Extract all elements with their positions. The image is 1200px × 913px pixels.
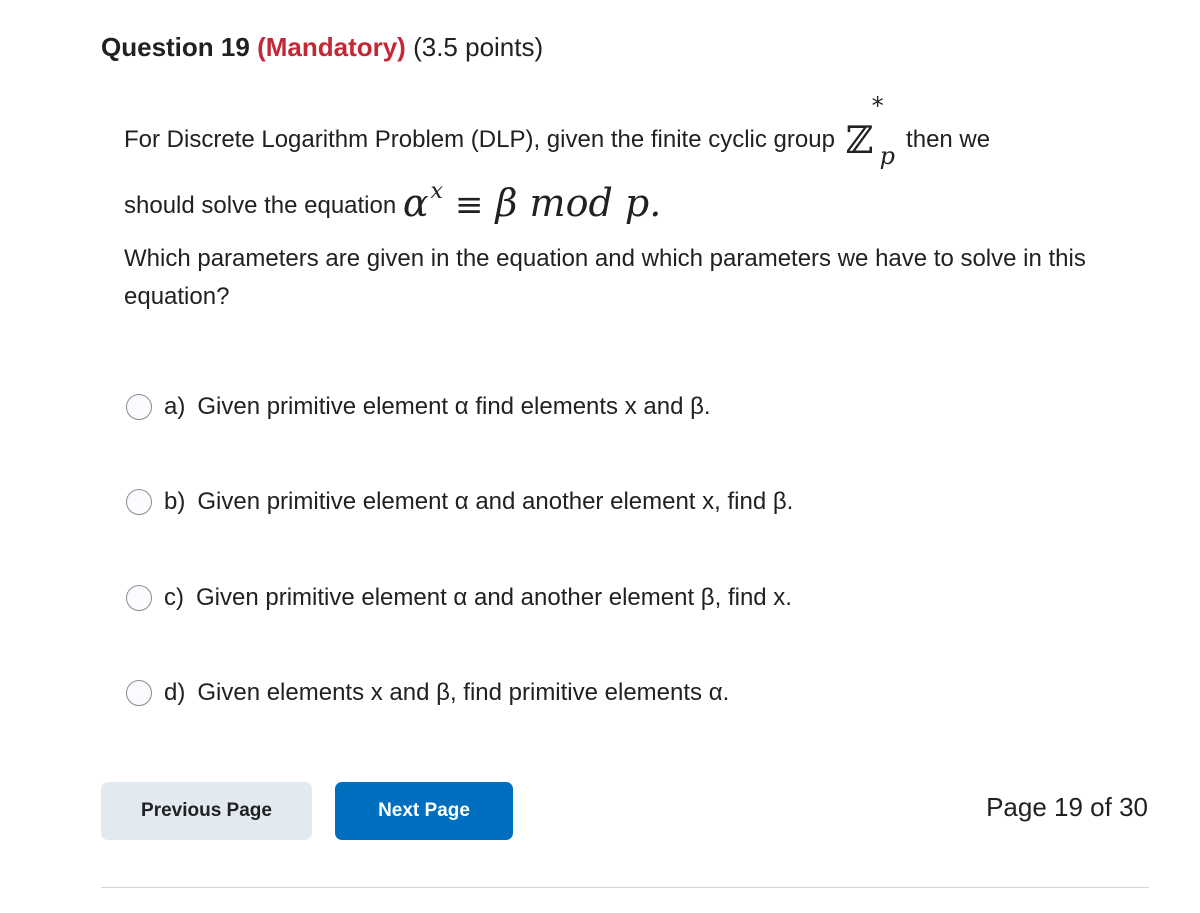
equation-exponent: x <box>430 179 443 204</box>
option-text: Given primitive element α find elements … <box>197 393 711 420</box>
next-page-button[interactable]: Next Page <box>335 782 513 840</box>
previous-page-button[interactable]: Previous Page <box>101 782 312 840</box>
option-letter: b) <box>164 488 186 515</box>
option-text: Given primitive element α and another el… <box>196 584 792 611</box>
dlp-equation: αx ≡ β mod p. <box>402 179 662 225</box>
equation-congruence: ≡ <box>454 185 484 225</box>
question-prompt: Which parameters are given in the equati… <box>124 245 1086 310</box>
mandatory-label: (Mandatory) <box>257 32 406 62</box>
option-letter: d) <box>164 679 186 706</box>
equation-mod: mod <box>529 181 613 225</box>
question-equation-lead: should solve the equation <box>124 192 397 219</box>
group-superscript: * <box>871 92 884 120</box>
question-intro-tail: then we <box>906 126 991 153</box>
equation-alpha: α <box>402 181 429 225</box>
question-header: Question 19 (Mandatory) (3.5 points) <box>101 28 543 66</box>
equation-p: p. <box>624 181 662 225</box>
answer-option-c[interactable]: c) Given primitive element α and another… <box>124 584 792 612</box>
answer-option-a[interactable]: a) Given primitive element α find elemen… <box>124 393 711 421</box>
equation-beta: β <box>495 181 518 225</box>
question-intro-line: For Discrete Logarithm Problem (DLP), gi… <box>124 92 991 170</box>
radio-button-d[interactable] <box>126 680 152 706</box>
radio-button-b[interactable] <box>126 489 152 515</box>
radio-button-c[interactable] <box>126 585 152 611</box>
cyclic-group-symbol: ℤ * p <box>845 92 895 170</box>
page-indicator: Page 19 of 30 <box>986 792 1148 822</box>
answer-option-d[interactable]: d) Given elements x and β, find primitiv… <box>124 679 729 707</box>
option-letter: a) <box>164 393 186 420</box>
option-text: Given elements x and β, find primitive e… <box>197 679 730 706</box>
option-text: Given primitive element α and another el… <box>197 488 794 515</box>
question-number: Question 19 <box>101 32 250 62</box>
group-subscript: p <box>879 142 895 170</box>
option-letter: c) <box>164 584 184 611</box>
question-equation-line: should solve the equation αx ≡ β mod p. <box>124 170 661 228</box>
answer-option-b[interactable]: b) Given primitive element α and another… <box>124 488 793 516</box>
question-intro-text: For Discrete Logarithm Problem (DLP), gi… <box>124 126 835 153</box>
footer-divider <box>101 887 1149 888</box>
radio-button-a[interactable] <box>126 394 152 420</box>
group-letter: ℤ <box>845 118 874 162</box>
points-label: (3.5 points) <box>413 32 544 62</box>
